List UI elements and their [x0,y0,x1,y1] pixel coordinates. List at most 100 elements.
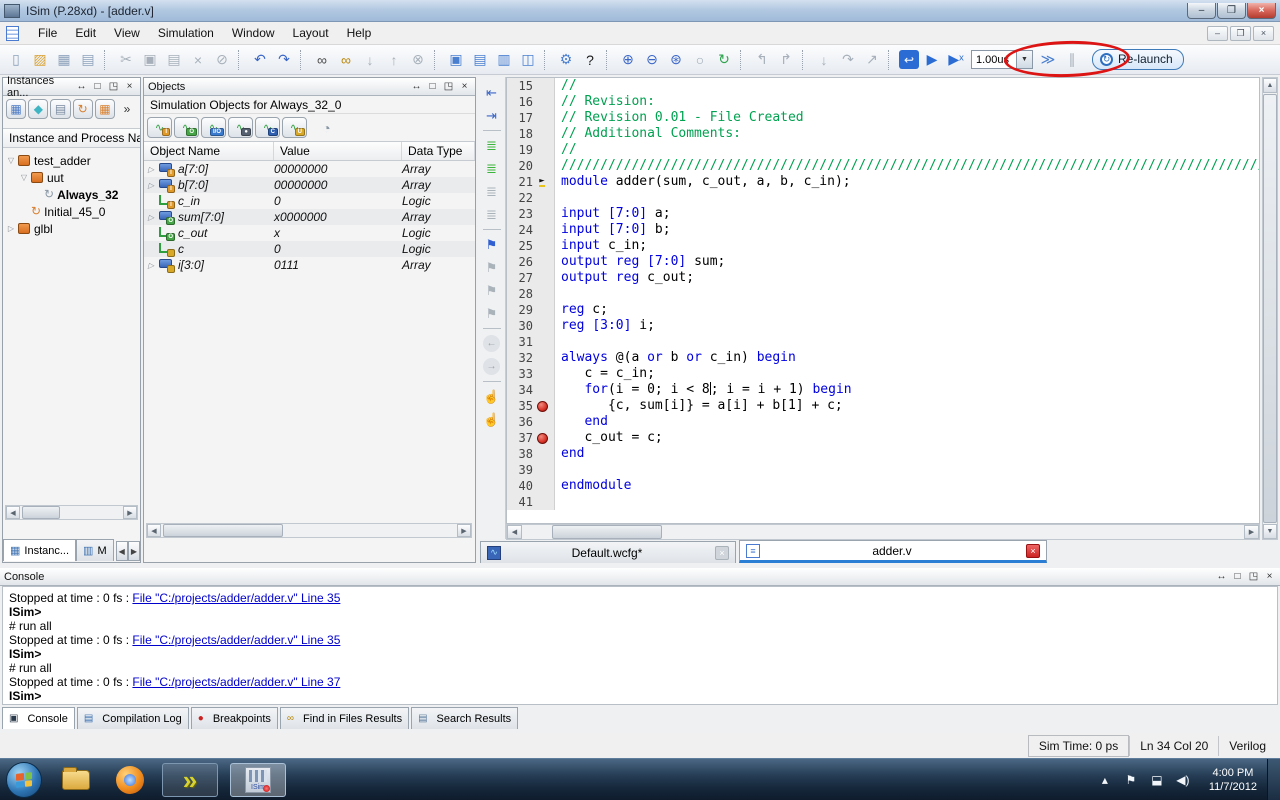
uncomment-lines-icon[interactable]: ≣ [481,158,503,179]
objects-hscrollbar[interactable]: ◀ ▶ [146,523,472,538]
tile-horizontal-icon[interactable]: ▤ [469,49,491,71]
menu-file[interactable]: File [29,23,66,43]
mdi-restore-button[interactable]: ❐ [1230,26,1251,41]
run-all-icon[interactable]: ▶ [921,49,943,71]
scroll-left-arrow[interactable]: ◀ [147,524,161,537]
tile-vertical-icon[interactable]: ▥ [493,49,515,71]
object-row-c_in[interactable]: Ic_in0Logic [144,193,475,209]
step-sim-icon[interactable]: ≫ [1037,49,1059,71]
scroll-left-arrow[interactable]: ◀ [507,525,522,539]
filter-constants-button[interactable]: ∿C [255,117,280,138]
scroll-thumb[interactable] [22,506,60,519]
object-row-b70[interactable]: ▷Ib[7:0]00000000Array [144,177,475,193]
close-panel-icon[interactable]: × [1263,571,1276,582]
restore-panel-icon[interactable]: ◳ [1247,571,1260,582]
restore-panel-icon[interactable]: ◳ [107,81,120,92]
menu-view[interactable]: View [105,23,149,43]
tab-close-button[interactable]: × [715,546,729,560]
settings-wrench-icon[interactable]: ⚙ [555,49,577,71]
minimize-button[interactable]: – [1187,3,1216,19]
console-file-link[interactable]: File "C:/projects/adder/adder.v" Line 35 [132,591,340,605]
scroll-down-arrow[interactable]: ▼ [1263,524,1277,539]
taskbar-item-xilinx-ise[interactable]: » [162,763,218,797]
show-hidden-icons-button[interactable]: ▴ [1095,773,1115,787]
scroll-right-arrow[interactable]: ▶ [1244,525,1259,539]
float-panel-icon[interactable]: ↔ [75,81,88,92]
undo-icon[interactable]: ↶ [249,49,271,71]
console-file-link[interactable]: File "C:/projects/adder/adder.v" Line 37 [132,675,340,689]
bottom-tab-log[interactable]: ▤Compilation Log [77,707,189,729]
object-row-c_out[interactable]: Oc_outxLogic [144,225,475,241]
view-chips-button[interactable]: ▦ [95,99,115,119]
console-file-link[interactable]: File "C:/projects/adder/adder.v" Line 35 [132,633,340,647]
redo-icon[interactable]: ↷ [273,49,295,71]
object-row-i30[interactable]: ▷i[3:0]0111Array [144,257,475,273]
comment-alt-icon[interactable]: ≣ [481,181,503,202]
breakpoint-icon[interactable] [537,401,548,412]
relaunch-button[interactable]: ↻Re-launch [1092,49,1184,70]
find-in-files-icon[interactable]: ∞ [335,49,357,71]
row-expander-icon[interactable]: ▷ [144,181,158,190]
row-expander-icon[interactable]: ▷ [144,213,158,222]
menu-help[interactable]: Help [338,23,381,43]
next-bookmark-icon[interactable]: ⚑ [481,257,503,278]
close-button[interactable]: × [1247,3,1276,19]
tree-item-always_32[interactable]: ↻Always_32 [3,186,140,203]
scroll-thumb[interactable] [163,524,283,537]
view-instances-button[interactable]: ▦ [6,99,26,119]
row-expander-icon[interactable]: ▷ [144,261,158,270]
tree-item-test_adder[interactable]: ▽test_adder [3,152,140,169]
editor-tab-adderv[interactable]: ≡adder.v× [739,540,1047,563]
taskbar-item-isim[interactable]: ISim [230,763,286,797]
tab-close-button[interactable]: × [1026,544,1040,558]
tab-scroll-left-button[interactable]: ◀ [116,541,128,561]
sim-time-value[interactable]: 1.00us [971,50,1017,69]
object-row-sum70[interactable]: ▷Osum[7:0]x0000000Array [144,209,475,225]
row-expander-icon[interactable]: ▷ [144,165,158,174]
bottom-tab-binoculars[interactable]: ∞Find in Files Results [280,707,409,729]
view-memories-button[interactable]: ◆ [28,99,48,119]
wave-window-clock-button[interactable]: ◔ [315,117,338,138]
more-tools-button[interactable]: » [117,99,137,119]
scroll-left-arrow[interactable]: ◀ [6,506,20,519]
zoom-box-icon[interactable]: ○ [689,49,711,71]
column-header-value[interactable]: Value [274,142,402,160]
show-desktop-button[interactable] [1267,759,1280,800]
tree-expander-icon[interactable]: ▷ [5,224,17,233]
combo-dropdown-arrow[interactable]: ▼ [1017,50,1033,69]
maximize-panel-icon[interactable]: □ [91,81,104,92]
scroll-thumb[interactable] [1263,94,1277,523]
action-center-flag-icon[interactable]: ⚑ [1121,773,1141,787]
editor-vscrollbar[interactable]: ▲ ▼ [1262,77,1278,540]
filter-variables-button[interactable]: ∿U [282,117,307,138]
cascade-windows-icon[interactable]: ▣ [445,49,467,71]
tab-scroll-right-button[interactable]: ▶ [128,541,140,561]
instances-hscrollbar[interactable]: ◀ ▶ [5,505,138,520]
object-row-a70[interactable]: ▷Ia[7:0]00000000Array [144,161,475,177]
taskbar-clock[interactable]: 4:00 PM 11/7/2012 [1209,766,1257,794]
network-icon[interactable]: ⬓ [1147,773,1167,787]
scroll-right-arrow[interactable]: ▶ [457,524,471,537]
start-button[interactable] [6,762,42,798]
close-panel-icon[interactable]: × [123,81,136,92]
taskbar-item-firefox[interactable] [110,762,150,798]
restore-button[interactable]: ❐ [1217,3,1246,19]
maximize-panel-icon[interactable]: □ [1231,571,1244,582]
tree-item-uut[interactable]: ▽uut [3,169,140,186]
restore-panel-icon[interactable]: ◳ [442,81,455,92]
find-icon[interactable]: ∞ [311,49,333,71]
save-icon[interactable]: ▦ [53,49,75,71]
bottom-tab-breakpoint[interactable]: ●Breakpoints [191,707,278,729]
breakpoint-icon[interactable] [537,433,548,444]
object-row-c[interactable]: c0Logic [144,241,475,257]
comment-lines-icon[interactable]: ≣ [481,135,503,156]
editor-hscrollbar[interactable]: ◀ ▶ [506,524,1260,540]
toggle-bookmark-icon[interactable]: ⚑ [481,234,503,255]
gutter-margin[interactable]: ► [533,177,551,187]
float-panel-icon[interactable]: ↔ [410,81,423,92]
tree-expander-icon[interactable]: ▽ [18,173,30,182]
close-panel-icon[interactable]: × [458,81,471,92]
filter-inputs-button[interactable]: ∿I [147,117,172,138]
panel-tab-memory[interactable]: ▥M [76,539,114,561]
column-header-data-type[interactable]: Data Type [402,142,475,160]
